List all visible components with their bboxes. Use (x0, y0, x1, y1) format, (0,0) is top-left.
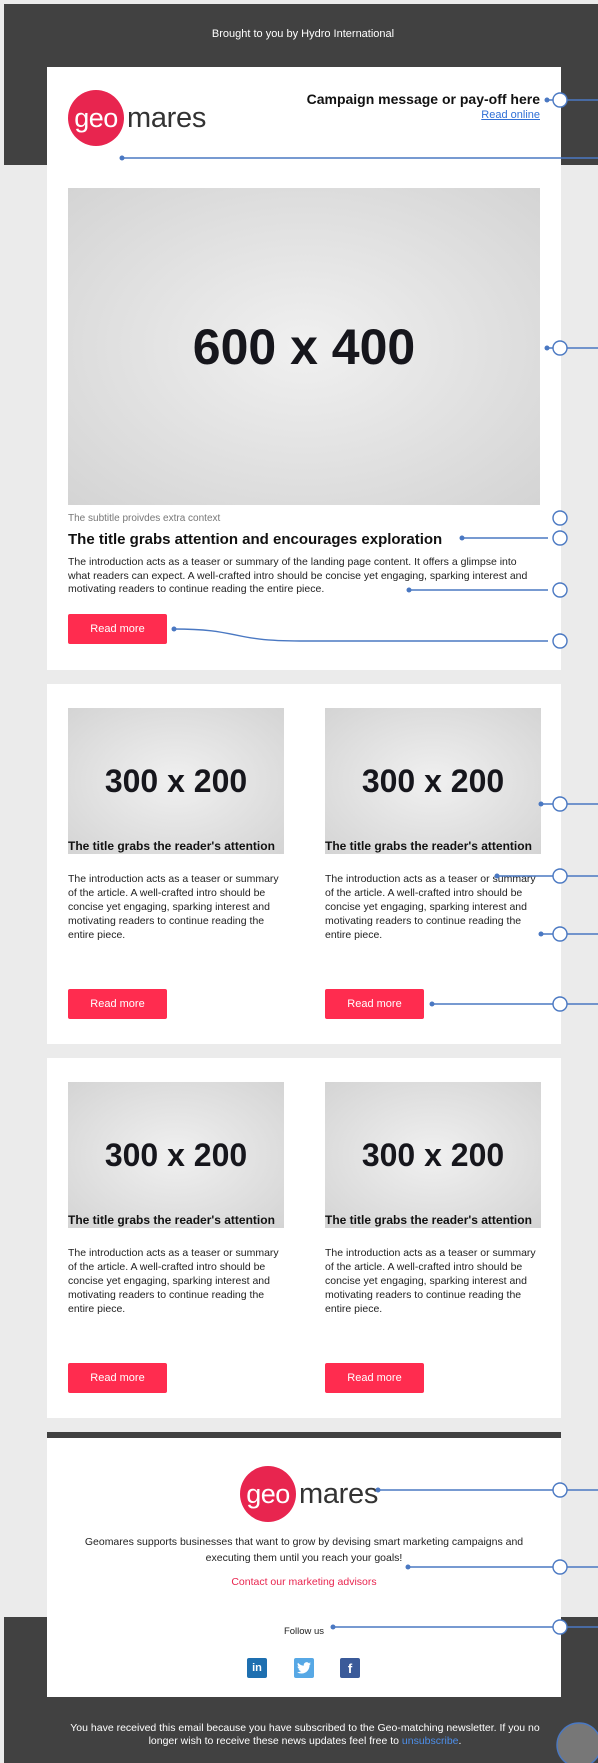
annotation-overlay (119, 92, 598, 1763)
